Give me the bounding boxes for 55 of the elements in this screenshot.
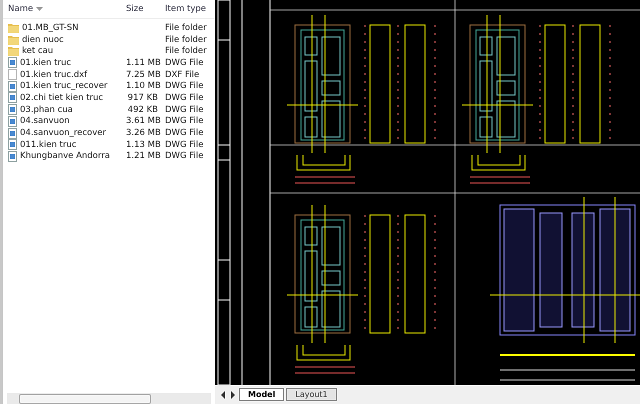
- folder-icon: [8, 46, 19, 56]
- file-icon: [8, 80, 17, 92]
- file-size: 917 KB: [126, 92, 158, 103]
- file-name[interactable]: 01.kien truc_recover: [20, 81, 108, 92]
- file-type: File folder: [165, 22, 207, 33]
- file-icon: [8, 128, 17, 139]
- file-name[interactable]: 02.chi tiet kien truc: [20, 92, 104, 103]
- layout-tab[interactable]: Model: [239, 388, 284, 401]
- sort-arrow-icon: [36, 7, 44, 11]
- file-name[interactable]: 04.sanvuon_recover: [20, 128, 106, 138]
- file-icon: [8, 92, 17, 104]
- horizontal-scrollbar[interactable]: [7, 393, 211, 404]
- file-size: 3.61 MB: [126, 116, 158, 126]
- file-name[interactable]: 04.sanvuon: [20, 116, 70, 126]
- file-size: 3.26 MB: [126, 128, 158, 138]
- file-type: DWG File: [165, 92, 204, 103]
- file-name[interactable]: 03.phan cua: [20, 104, 73, 115]
- file-name[interactable]: 011.kien truc: [20, 140, 76, 150]
- file-size: 1.21 MB: [126, 151, 158, 162]
- file-type: DWG File: [165, 58, 204, 68]
- file-name[interactable]: dien nuoc: [22, 34, 64, 45]
- previous-tab-icon[interactable]: [219, 390, 227, 400]
- file-type: DWG File: [165, 81, 204, 92]
- file-size: 492 KB: [126, 104, 158, 115]
- folder-icon: [8, 34, 19, 45]
- file-icon: [8, 116, 17, 127]
- blank-file-icon: [8, 69, 17, 80]
- file-size: 1.11 MB: [126, 58, 158, 68]
- column-header[interactable]: Item type: [165, 4, 206, 14]
- file-type: DWG File: [165, 104, 204, 115]
- file-size: 1.13 MB: [126, 140, 158, 150]
- layout-tab[interactable]: Layout1: [286, 388, 337, 401]
- file-size: 1.10 MB: [126, 81, 158, 92]
- file-type: DWG File: [165, 116, 204, 126]
- file-icon: [8, 104, 17, 116]
- scrollbar-thumb[interactable]: [19, 394, 151, 404]
- file-name[interactable]: Khungbanve Andorra: [20, 151, 110, 162]
- file-type: DWG File: [165, 151, 204, 162]
- file-icon: [8, 139, 17, 150]
- file-type: File folder: [165, 34, 207, 45]
- file-size: 7.25 MB: [126, 70, 158, 80]
- column-header[interactable]: Name: [8, 4, 34, 14]
- next-tab-icon[interactable]: [229, 390, 237, 400]
- file-name[interactable]: 01.MB_GT-SN: [22, 22, 78, 33]
- file-icon: [8, 150, 17, 162]
- file-name[interactable]: 01.kien truc: [20, 58, 72, 68]
- file-type: DWG File: [165, 140, 204, 150]
- file-type: DWG File: [165, 128, 204, 138]
- file-name[interactable]: 01.kien truc.dxf: [20, 70, 88, 80]
- folder-icon: [8, 22, 19, 33]
- column-header[interactable]: Size: [126, 4, 158, 14]
- file-type: DXF File: [165, 70, 200, 80]
- file-type: File folder: [165, 46, 207, 56]
- file-icon: [8, 57, 17, 68]
- file-name[interactable]: ket cau: [22, 46, 54, 56]
